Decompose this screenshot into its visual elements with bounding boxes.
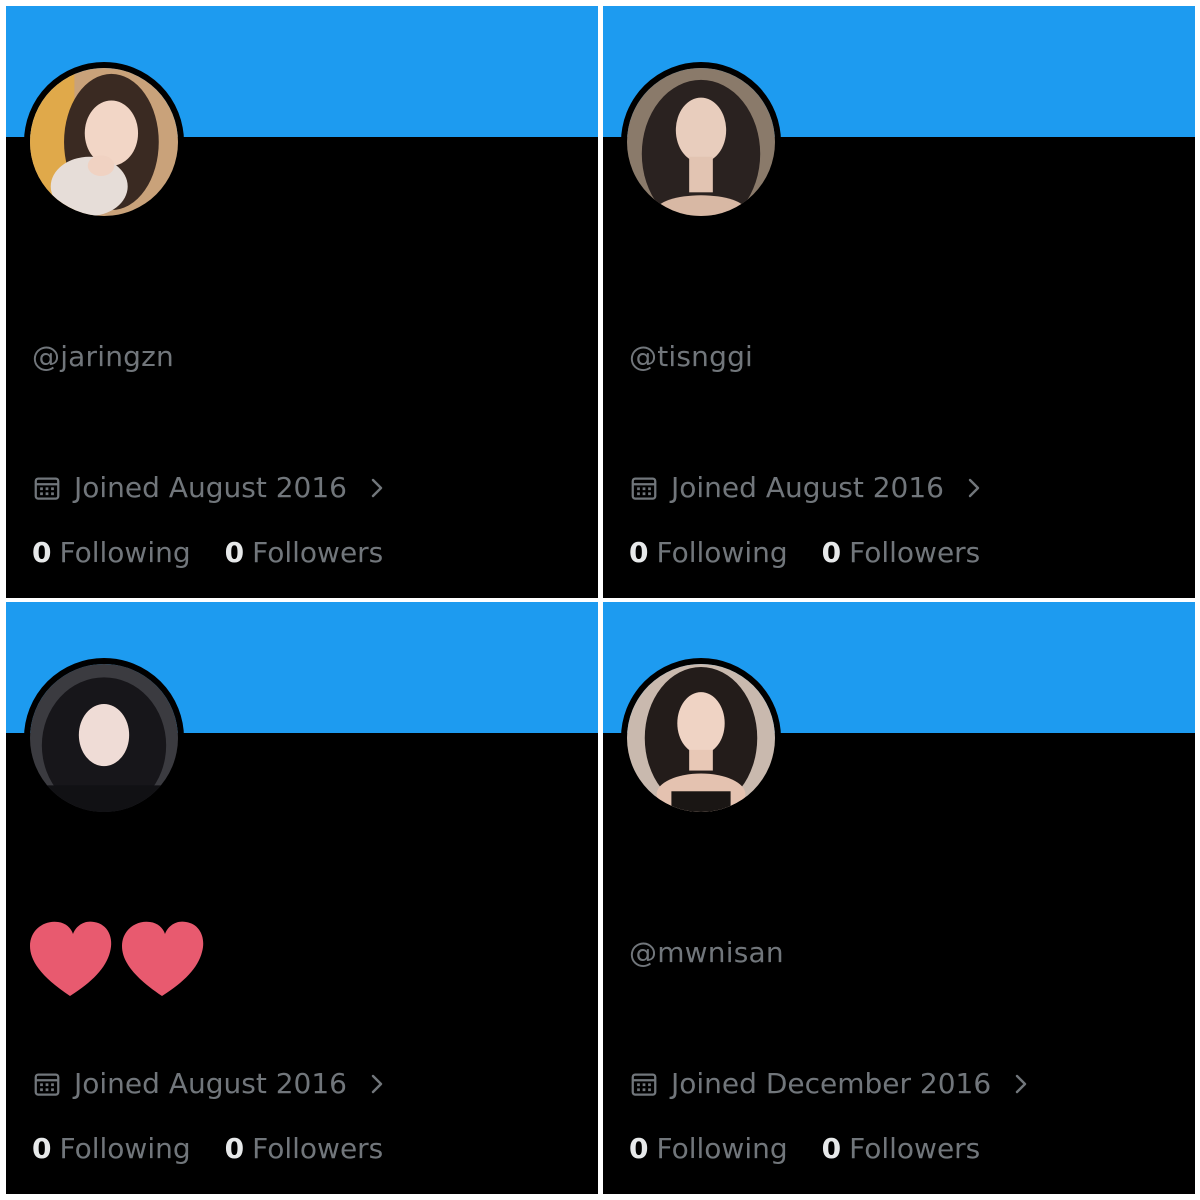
following-label: Following xyxy=(59,1132,191,1165)
profile-handle[interactable]: @jaringzn xyxy=(32,340,174,373)
following-count: 0 xyxy=(629,1132,649,1165)
chevron-right-icon[interactable] xyxy=(1009,1070,1033,1098)
follow-stats: 0 Following 0 Followers xyxy=(629,1132,1014,1165)
joined-label: Joined August 2016 xyxy=(74,1067,347,1100)
joined-date[interactable]: Joined August 2016 xyxy=(32,471,389,504)
following-label: Following xyxy=(656,536,788,569)
following-link[interactable]: 0 Following xyxy=(629,1132,788,1165)
followers-link[interactable]: 0 Followers xyxy=(822,536,981,569)
joined-date[interactable]: Joined August 2016 xyxy=(629,471,986,504)
following-count: 0 xyxy=(629,536,649,569)
avatar-photo xyxy=(30,664,178,812)
profile-handle[interactable]: @tisnggi xyxy=(629,340,753,373)
joined-label: Joined August 2016 xyxy=(74,471,347,504)
followers-label: Followers xyxy=(252,1132,384,1165)
joined-label: Joined August 2016 xyxy=(671,471,944,504)
followers-count: 0 xyxy=(224,536,245,569)
chevron-right-icon[interactable] xyxy=(962,474,986,502)
avatar[interactable] xyxy=(24,658,184,818)
calendar-icon xyxy=(34,477,60,500)
follow-stats: 0 Following 0 Followers xyxy=(32,536,417,569)
avatar-photo xyxy=(30,68,178,216)
avatar[interactable] xyxy=(621,62,781,222)
chevron-right-icon[interactable] xyxy=(365,1070,389,1098)
following-link[interactable]: 0 Following xyxy=(32,536,191,569)
heart-icon xyxy=(30,921,204,996)
following-count: 0 xyxy=(32,1132,52,1165)
profile-card: @jaringzn Joined August 2016 0 Following… xyxy=(6,6,598,598)
profile-card: @mwnisan Joined December 2016 0 Followin… xyxy=(603,602,1195,1194)
followers-count: 0 xyxy=(224,1132,245,1165)
chevron-right-icon[interactable] xyxy=(365,474,389,502)
calendar-icon xyxy=(631,477,657,500)
followers-link[interactable]: 0 Followers xyxy=(225,536,384,569)
followers-label: Followers xyxy=(252,536,384,569)
calendar-icon xyxy=(34,1073,60,1096)
follow-stats: 0 Following 0 Followers xyxy=(629,536,1014,569)
profile-card: Joined August 2016 0 Following 0 Followe… xyxy=(6,602,598,1194)
joined-label: Joined December 2016 xyxy=(671,1067,992,1100)
following-link[interactable]: 0 Following xyxy=(629,536,788,569)
calendar-icon xyxy=(631,1073,657,1096)
following-link[interactable]: 0 Following xyxy=(32,1132,191,1165)
following-label: Following xyxy=(656,1132,788,1165)
avatar[interactable] xyxy=(621,658,781,818)
profile-card: @tisnggi Joined August 2016 0 Following … xyxy=(603,6,1195,598)
followers-count: 0 xyxy=(821,1132,842,1165)
avatar-photo xyxy=(627,664,775,812)
joined-date[interactable]: Joined December 2016 xyxy=(629,1067,1033,1100)
followers-label: Followers xyxy=(849,1132,981,1165)
avatar-photo xyxy=(627,68,775,216)
followers-link[interactable]: 0 Followers xyxy=(225,1132,384,1165)
followers-link[interactable]: 0 Followers xyxy=(822,1132,981,1165)
avatar[interactable] xyxy=(24,62,184,222)
following-label: Following xyxy=(59,536,191,569)
follow-stats: 0 Following 0 Followers xyxy=(32,1132,417,1165)
followers-count: 0 xyxy=(821,536,842,569)
following-count: 0 xyxy=(32,536,52,569)
profile-handle[interactable]: @mwnisan xyxy=(629,936,784,969)
followers-label: Followers xyxy=(849,536,981,569)
joined-date[interactable]: Joined August 2016 xyxy=(32,1067,389,1100)
